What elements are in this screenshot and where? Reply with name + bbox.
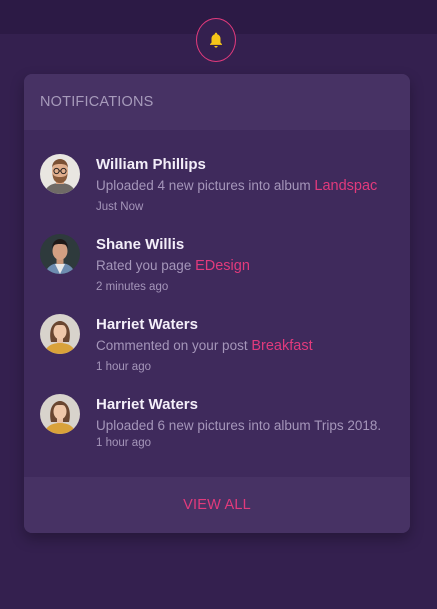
notification-time: 1 hour ago <box>96 437 151 449</box>
notification-name: Harriet Waters <box>96 316 198 333</box>
view-all-button[interactable]: VIEW ALL <box>183 497 251 513</box>
notification-time: 2 minutes ago <box>96 281 169 293</box>
message-text: Rated you page <box>96 258 192 273</box>
notification-message: Commented on your post Breakfast <box>96 337 410 355</box>
notifications-panel: NOTIFICATIONS William Phillips Uploaded … <box>24 74 410 533</box>
notification-message: Uploaded 4 new pictures into album Lands… <box>96 177 410 195</box>
bell-icon <box>207 31 225 49</box>
notification-time: 1 hour ago <box>96 361 151 373</box>
highlight-link[interactable]: Landspac <box>314 178 377 194</box>
panel-footer: VIEW ALL <box>24 477 410 533</box>
notification-item[interactable]: Shane Willis Rated you page EDesign 2 mi… <box>40 234 410 304</box>
notification-item[interactable]: Harriet Waters Commented on your post Br… <box>40 314 410 384</box>
notification-message: Rated you page EDesign <box>96 257 410 275</box>
panel-title: NOTIFICATIONS <box>40 94 154 110</box>
notification-name: William Phillips <box>96 156 206 173</box>
notification-name: Harriet Waters <box>96 396 198 413</box>
notification-time: Just Now <box>96 201 144 213</box>
avatar <box>40 234 80 274</box>
avatar <box>40 154 80 194</box>
highlight-link[interactable]: Breakfast <box>251 338 312 354</box>
panel-header: NOTIFICATIONS <box>24 74 410 130</box>
avatar <box>40 394 80 434</box>
highlight-link[interactable]: EDesign <box>195 258 250 274</box>
notification-item[interactable]: William Phillips Uploaded 4 new pictures… <box>40 154 410 224</box>
notification-name: Shane Willis <box>96 236 185 253</box>
notifications-button[interactable] <box>196 18 236 62</box>
message-text: Uploaded 4 new pictures into album <box>96 178 311 193</box>
avatar <box>40 314 80 354</box>
notification-item[interactable]: Harriet Waters Uploaded 6 new pictures i… <box>40 394 410 464</box>
message-text: Commented on your post <box>96 338 248 353</box>
notification-message: Uploaded 6 new pictures into album Trips… <box>96 417 410 435</box>
message-text: Uploaded 6 new pictures into album Trips… <box>96 418 382 433</box>
